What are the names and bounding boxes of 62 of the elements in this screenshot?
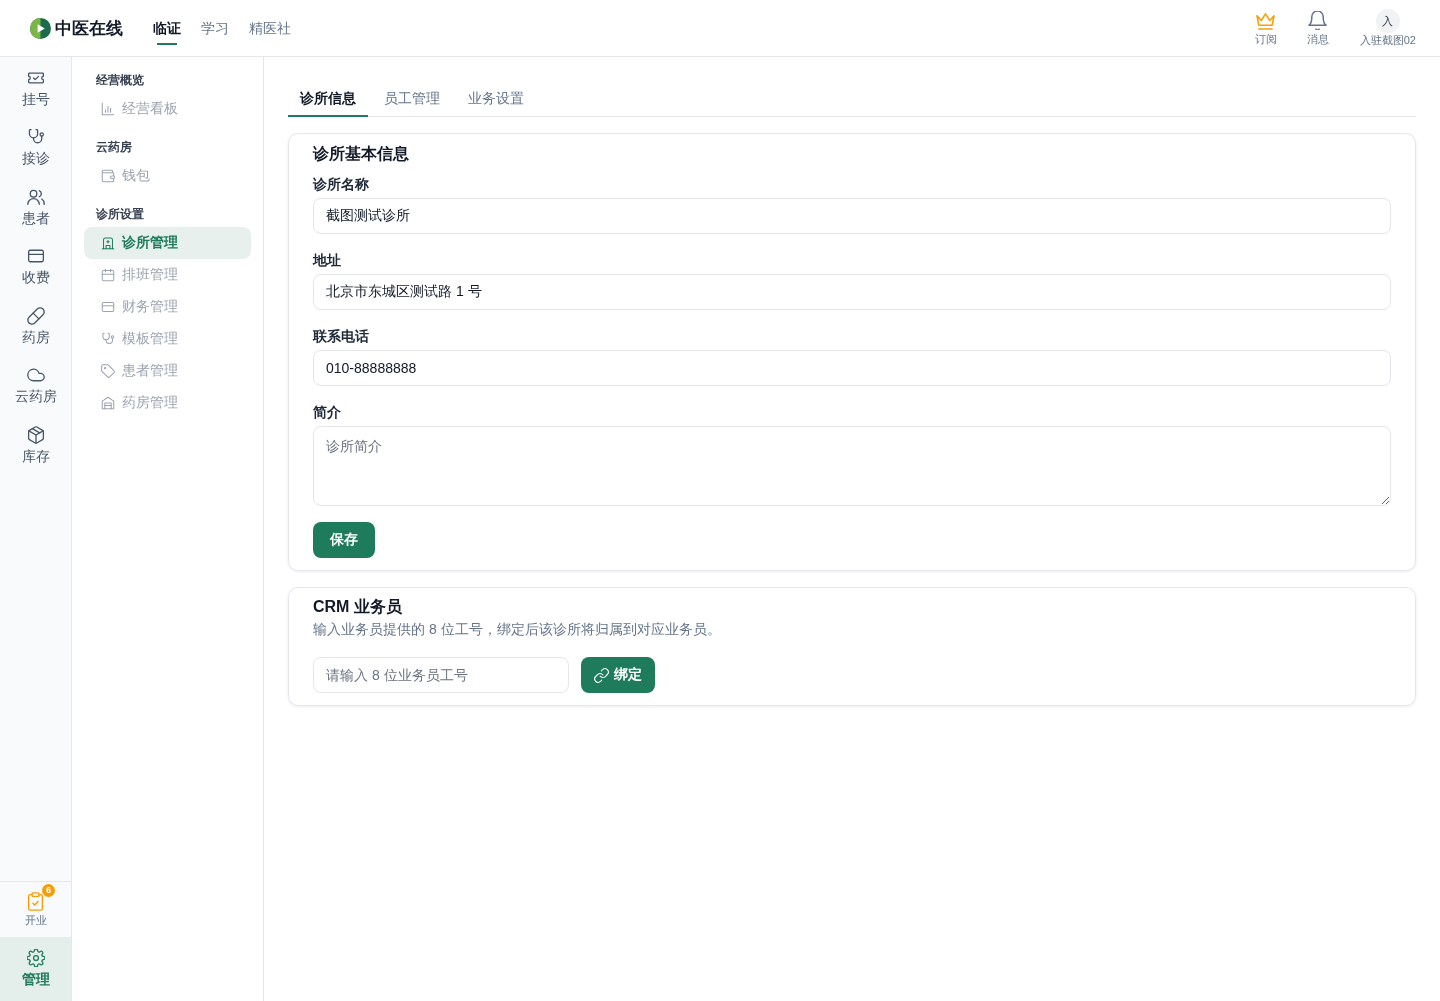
- calendar-icon: [101, 268, 115, 282]
- menu-item[interactable]: 经营看板: [84, 93, 251, 125]
- nav-item[interactable]: 6 开业: [0, 882, 71, 937]
- clipboard-check-icon: [26, 892, 45, 911]
- count-badge: 6: [42, 884, 55, 897]
- subscribe-button[interactable]: 订阅: [1239, 9, 1292, 47]
- menu-item[interactable]: 模板管理: [84, 323, 251, 355]
- building-icon: [101, 236, 115, 250]
- group-heading: 诊所设置: [95, 206, 145, 223]
- bar-chart-icon: [101, 102, 115, 116]
- nav-tab[interactable]: 学习: [201, 11, 229, 45]
- nav-item[interactable]: 接诊: [0, 118, 71, 178]
- gear-icon: [26, 949, 45, 967]
- logo-text: 中医在线: [55, 18, 123, 39]
- logo-icon: [30, 17, 51, 39]
- field-label: 简介: [313, 403, 342, 422]
- menu-item[interactable]: 财务管理: [84, 291, 251, 323]
- card-title: 诊所基本信息: [313, 144, 410, 164]
- nav-item[interactable]: 患者: [0, 178, 71, 238]
- field-label: 地址: [313, 251, 342, 270]
- nav-tab[interactable]: 精医社: [249, 11, 291, 45]
- nav-item[interactable]: 药房: [0, 297, 71, 357]
- tab[interactable]: 业务设置: [456, 81, 536, 117]
- menu-item[interactable]: 诊所管理: [84, 227, 251, 259]
- card-icon: [101, 300, 115, 314]
- group-heading: 云药房: [95, 139, 133, 156]
- nav-item[interactable]: 库存: [0, 416, 71, 476]
- box-icon: [26, 425, 45, 444]
- users-icon: [26, 187, 45, 206]
- group-heading: 经营概览: [95, 72, 145, 89]
- stethoscope-icon: [101, 332, 115, 346]
- bind-button[interactable]: 绑定: [581, 657, 655, 693]
- field-label: 联系电话: [313, 327, 370, 346]
- field-label: 诊所名称: [313, 175, 370, 194]
- user-name: 入驻截图02: [1359, 34, 1416, 47]
- tab[interactable]: 员工管理: [372, 81, 452, 117]
- text-input[interactable]: 010-88888888: [313, 350, 1391, 386]
- menu-item[interactable]: 患者管理: [84, 355, 251, 387]
- description-text: 输入业务员提供的 8 位工号，绑定后该诊所将归属到对应业务员。: [313, 620, 722, 639]
- textarea[interactable]: 诊所简介: [313, 426, 1391, 506]
- menu-item[interactable]: 钱包: [84, 160, 251, 192]
- nav-item[interactable]: 管理: [0, 937, 71, 1001]
- tag-icon: [101, 364, 115, 378]
- text-input[interactable]: 请输入 8 位业务员工号: [313, 657, 569, 693]
- nav-item[interactable]: 云药房: [0, 356, 71, 416]
- menu-item[interactable]: 药房管理: [84, 387, 251, 419]
- bell-icon: [1308, 11, 1328, 30]
- avatar[interactable]: 入: [1375, 9, 1400, 33]
- tab[interactable]: 诊所信息: [288, 81, 368, 117]
- nav-item[interactable]: 收费: [0, 237, 71, 297]
- house-icon: [101, 396, 115, 410]
- nav-item[interactable]: 挂号: [0, 59, 71, 119]
- text-input[interactable]: 北京市东城区测试路 1 号: [313, 274, 1391, 310]
- wallet-icon: [101, 169, 115, 183]
- crown-icon: [1256, 11, 1276, 30]
- menu-item[interactable]: 排班管理: [84, 259, 251, 291]
- pill-icon: [26, 306, 45, 325]
- notifications-button[interactable]: 消息: [1291, 9, 1344, 47]
- link-icon: [594, 667, 609, 683]
- save-button[interactable]: 保存: [313, 522, 375, 558]
- card-title: CRM 业务员: [313, 597, 403, 617]
- text-input[interactable]: 截图测试诊所: [313, 198, 1391, 234]
